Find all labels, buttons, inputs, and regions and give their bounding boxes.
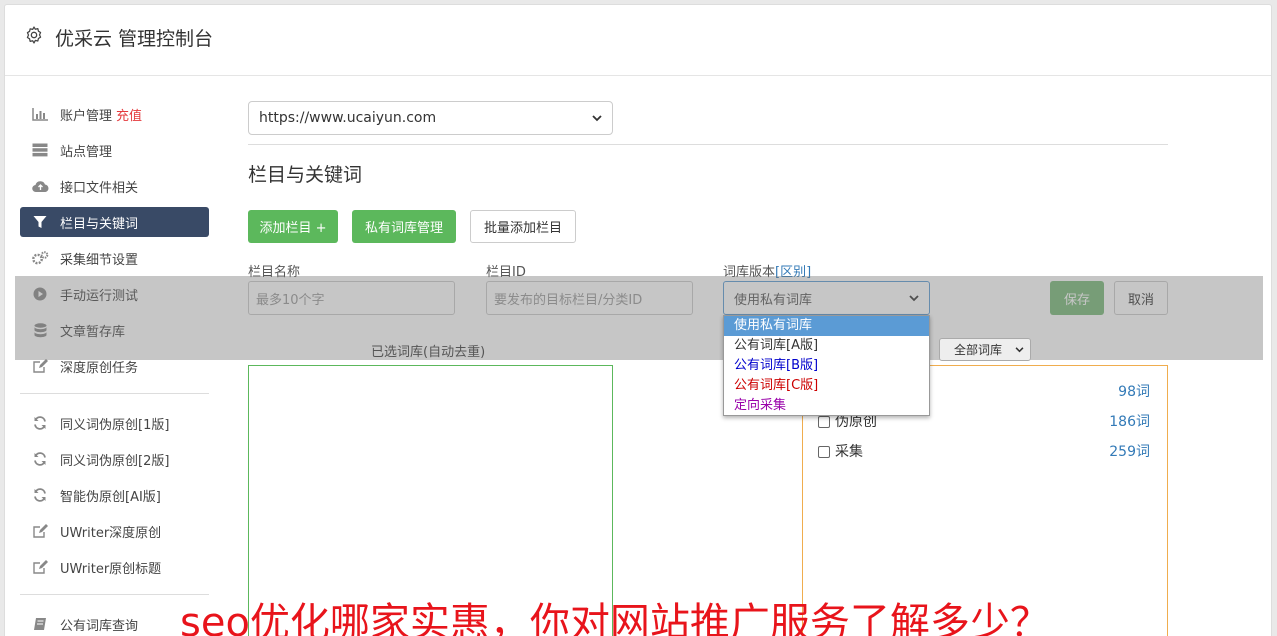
lib-count: 98词: [1118, 384, 1150, 400]
batch-add-button[interactable]: 批量添加栏目: [470, 210, 576, 243]
sidebar-item-label: 公有词库查询: [60, 618, 139, 634]
section-title: 栏目与关键词: [248, 164, 363, 186]
dropdown-option[interactable]: 公有词库[C版]: [724, 376, 929, 396]
page-title: 优采云 管理控制台: [55, 28, 214, 50]
all-lib-select[interactable]: 全部词库: [939, 338, 1031, 361]
sidebar-item-account[interactable]: 账户管理 充值: [20, 99, 209, 129]
grey-overlay-band: [15, 276, 1263, 360]
gear-icon: [26, 26, 42, 44]
dropdown-option[interactable]: 定向采集: [724, 396, 929, 416]
lib-checkbox[interactable]: [818, 446, 830, 458]
dropdown-option[interactable]: 公有词库[B版]: [724, 356, 929, 376]
sidebar-item-label: 站点管理: [60, 144, 113, 160]
sidebar-item-label: 栏目与关键词: [60, 216, 139, 232]
sidebar-item-ai-rewrite[interactable]: 智能伪原创[AI版]: [20, 480, 209, 510]
sidebar-item-label: 同义词伪原创[1版]: [60, 417, 170, 433]
sidebar-item-label: 采集细节设置: [60, 252, 139, 268]
sidebar-divider: [20, 393, 209, 394]
lib-checkbox[interactable]: [818, 416, 830, 428]
server-icon: [31, 143, 49, 157]
sidebar-item-site[interactable]: 站点管理: [20, 135, 209, 165]
recharge-link[interactable]: 充值: [116, 105, 142, 124]
private-lib-button[interactable]: 私有词库管理: [352, 210, 456, 243]
edit-icon: [31, 524, 49, 538]
filter-icon: [31, 215, 49, 229]
sidebar-item-uwriter-deep[interactable]: UWriter深度原创: [20, 516, 209, 546]
sidebar-item-interface[interactable]: 接口文件相关: [20, 171, 209, 201]
lib-count: 186词: [1109, 414, 1150, 430]
sidebar-item-label: 账户管理: [60, 108, 113, 124]
site-select[interactable]: https://www.ucaiyun.com: [248, 101, 613, 135]
site-select-value: https://www.ucaiyun.com: [259, 110, 437, 126]
edit-icon: [31, 560, 49, 574]
sidebar-item-collect[interactable]: 采集细节设置: [20, 243, 209, 273]
lib-name: 采集: [835, 444, 863, 460]
sidebar-item-synonym-2[interactable]: 同义词伪原创[2版]: [20, 444, 209, 474]
watermark-caption: seo优化哪家实惠，你对网站推广服务了解多少？: [180, 600, 1050, 636]
lib-item: 采集: [818, 441, 863, 461]
lib-row[interactable]: 采集 259词: [818, 441, 1150, 461]
sidebar-item-label: 接口文件相关: [60, 180, 139, 196]
sidebar-item-label: UWriter深度原创: [60, 525, 162, 541]
sidebar-item-columns[interactable]: 栏目与关键词: [20, 207, 209, 237]
page-header: 优采云 管理控制台: [5, 5, 1271, 76]
lib-name: 伪原创: [835, 414, 877, 430]
chevron-down-icon: [1015, 346, 1024, 352]
sidebar-item-label: 智能伪原创[AI版]: [60, 489, 161, 505]
sidebar-item-label: UWriter原创标题: [60, 561, 162, 577]
book-icon: [31, 617, 49, 631]
version-dropdown-menu: 使用私有词库 公有词库[A版] 公有词库[B版] 公有词库[C版] 定向采集: [723, 315, 930, 416]
chevron-down-icon: [592, 114, 602, 121]
edit-icon: [31, 359, 49, 373]
refresh-icon: [31, 452, 49, 466]
selected-lib-label: 已选词库(自动去重): [371, 345, 486, 360]
refresh-icon: [31, 416, 49, 430]
cloud-upload-icon: [31, 179, 49, 193]
sidebar-item-label: 同义词伪原创[2版]: [60, 453, 170, 469]
refresh-icon: [31, 488, 49, 502]
dropdown-option[interactable]: 使用私有词库: [724, 316, 929, 336]
divider: [248, 144, 1168, 145]
lib-count: 259词: [1109, 444, 1150, 460]
sidebar-item-synonym-1[interactable]: 同义词伪原创[1版]: [20, 408, 209, 438]
bar-chart-icon: [31, 107, 49, 121]
all-lib-select-value: 全部词库: [954, 343, 1003, 357]
add-column-button[interactable]: 添加栏目 +: [248, 210, 338, 243]
dropdown-option[interactable]: 公有词库[A版]: [724, 336, 929, 356]
sidebar-item-uwriter-title[interactable]: UWriter原创标题: [20, 552, 209, 582]
gears-icon: [31, 251, 49, 265]
